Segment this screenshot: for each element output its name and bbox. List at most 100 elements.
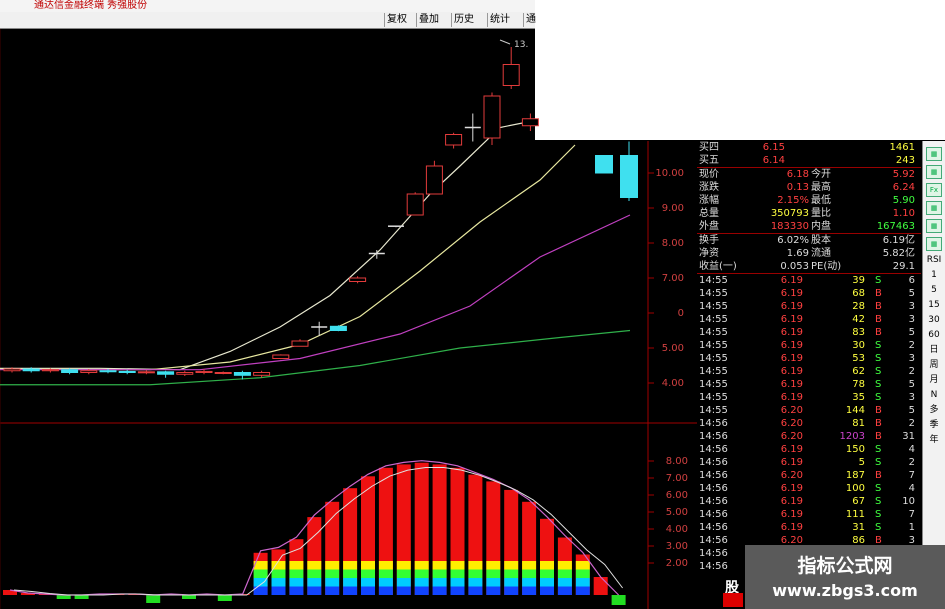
tick-volume: 68 [852,288,865,299]
price-axis: 10.00 9.00 8.00 7.00 0 5.00 4.00 [648,168,684,389]
toolbar-period-button[interactable]: 5 [924,283,944,298]
tick-volume: 28 [852,301,865,312]
indicator-bar-band [575,569,590,578]
toolbar-period-button[interactable]: N [924,388,944,403]
tick-price: 6.19 [780,275,803,286]
toolbar-period-button[interactable]: RSI [924,253,944,268]
tick-price: 6.19 [780,327,803,338]
moving-average-lines [0,119,631,386]
tick-volume: 42 [852,314,865,325]
candle-body-up [483,95,501,139]
tick-side: B [875,314,882,325]
toolbar-period-button[interactable]: 60 [924,328,944,343]
price-tick-label: 5.00 [662,343,684,354]
toolbar-period-button[interactable]: 周 [924,358,944,373]
price-tick-label: 0 [678,308,684,319]
indicator-bars [3,462,626,605]
tick-row: 14:55 6.19 35 S 3 [697,391,921,404]
tick-volume: 150 [845,444,865,455]
quote-stat-value: 6.24 [892,182,915,193]
quote-stat-value: 183330 [770,221,809,232]
toolbar-period-button[interactable]: 季 [924,418,944,433]
indicator-bar-band [450,586,465,595]
toolbar-period-button[interactable]: 1 [924,268,944,283]
tick-count: 5 [908,405,915,416]
toolbar-period-button[interactable]: 30 [924,313,944,328]
indicator-tick-label: 5.00 [666,507,688,518]
chart-icon[interactable]: ▦ [926,165,942,179]
tick-time: 14:55 [699,314,728,325]
tick-price: 6.19 [780,366,803,377]
tick-volume: 62 [852,366,865,377]
chart-icon[interactable]: ▦ [926,219,942,233]
indicator-bar-band [432,569,447,578]
chart-icon[interactable]: ▦ [926,201,942,215]
tick-row: 14:55 6.19 30 S 2 [697,339,921,352]
tick-volume: 78 [852,379,865,390]
tick-time: 14:56 [699,509,728,520]
indicator-bar-band [396,561,411,570]
order-level-row: 买五 6.14 243 [697,154,921,167]
tick-row: 14:55 6.19 68 B 5 [697,287,921,300]
tick-count: 10 [902,496,915,507]
chart-icon[interactable]: ▦ [926,237,942,251]
candle-body-down [157,371,175,375]
quote-stat-label: 涨跌 [699,182,719,193]
indicator-bar-band [557,578,572,587]
chart-icon[interactable]: ▦ [926,147,942,161]
candle-body-up [521,118,539,127]
tick-side: B [875,418,882,429]
tick-time: 14:55 [699,353,728,364]
indicator-bar-band [557,586,572,595]
candle-body-down [233,372,251,376]
tick-side: S [875,340,882,351]
quote-stat-value: 1.10 [892,208,915,219]
tick-count: 3 [908,301,915,312]
tick-side: S [875,275,882,286]
quote-stat-label: PE(动) [811,261,842,272]
k-line-chart[interactable]: 10.00 9.00 8.00 7.00 0 5.00 4.00 8.00 7.00 6.00 5… [0,0,697,609]
quote-stat-label: 收益(一) [699,261,737,272]
tick-side: S [875,483,882,494]
tick-time: 14:55 [699,327,728,338]
indicator-bar-band [575,586,590,595]
tick-row: 14:55 6.20 144 B 5 [697,404,921,417]
quote-stat-row: 涨跌 0.13 最高 6.24 [697,181,921,194]
indicator-bar-band [504,569,519,578]
tick-count: 5 [908,327,915,338]
indicator-bar-band [289,569,304,578]
indicator-bar-band [450,578,465,587]
tick-volume: 35 [852,392,865,403]
quote-stat-value: 350793 [770,208,809,219]
indicator-bar-band [468,561,483,570]
toolbar-period-button[interactable]: 年 [924,433,944,448]
candle-body-up [137,371,155,374]
indicator-tick-label: 2.00 [666,558,688,569]
toolbar-period-button[interactable]: 月 [924,373,944,388]
watermark-title: 指标公式网 [797,555,893,577]
watermark-url: www.zbgs3.com [772,581,918,600]
tick-price: 6.20 [780,470,803,481]
quote-stat-value: 5.92 [892,169,915,180]
candle-body-down [118,370,136,374]
candle-body-up [176,372,194,375]
indicator-bar-band [468,586,483,595]
indicator-bar-band [361,578,375,587]
price-tick-label: 7.00 [662,273,684,284]
indicator-tick-label: 7.00 [666,473,688,484]
indicator-bar-band [378,578,393,587]
toolbar-period-button[interactable]: 日 [924,343,944,358]
indicator-bar-band [540,569,554,578]
tick-price: 6.20 [780,431,803,442]
tick-side: B [875,288,882,299]
tick-count: 5 [908,379,915,390]
indicator-bar-band [325,586,340,595]
indicator-bar-band [575,578,590,587]
fx-icon[interactable]: Fx [926,183,942,197]
indicator-bar-band [289,561,304,570]
indicator-bar-band [540,561,554,570]
toolbar-period-button[interactable]: 多 [924,403,944,418]
indicator-bar-band [468,578,483,587]
tick-time: 14:56 [699,522,728,533]
toolbar-period-button[interactable]: 15 [924,298,944,313]
